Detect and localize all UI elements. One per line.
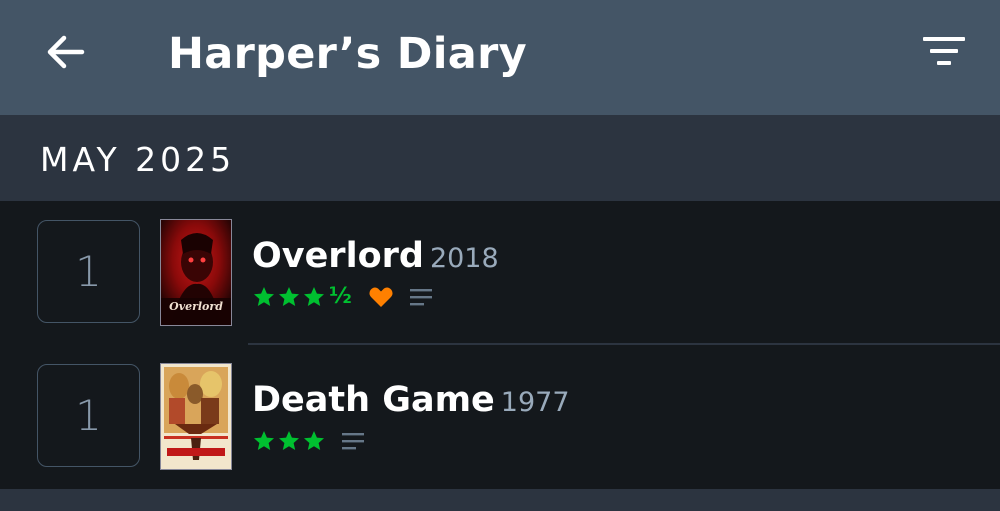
film-title[interactable]: Death Game: [252, 380, 495, 420]
star-icon: [254, 287, 274, 306]
diary-list: 1 Overlord Overlord 2018 ½ 1 Death Game …: [0, 201, 1000, 489]
page-title: Harper’s Diary: [168, 29, 527, 79]
film-poster[interactable]: [160, 363, 232, 470]
film-title-line: Overlord 2018: [252, 231, 499, 281]
film-year: 2018: [429, 243, 499, 274]
star-rating: ½: [252, 285, 352, 309]
diary-entry[interactable]: 1 Death Game 1977: [0, 345, 1000, 489]
star-icon: [304, 431, 324, 450]
star-icon: [254, 431, 274, 450]
day-box: 1: [37, 364, 140, 467]
half-star-glyph: ½: [329, 284, 352, 309]
month-section-header: MAY 2025: [0, 115, 1000, 201]
filter-icon: [923, 37, 965, 65]
heart-icon: [369, 287, 393, 307]
entry-meta: ½: [252, 283, 432, 311]
arrow-left-icon: [47, 35, 85, 69]
star-icon: [279, 287, 299, 306]
day-box: 1: [37, 220, 140, 323]
star-rating: [252, 429, 326, 453]
film-title[interactable]: Overlord: [252, 236, 424, 276]
next-section-strip: [0, 489, 1000, 511]
filter-button[interactable]: [915, 28, 973, 74]
poster-title-text: Overlord: [169, 300, 223, 313]
star-icon: [304, 287, 324, 306]
star-icon: [279, 431, 299, 450]
film-title-line: Death Game 1977: [252, 375, 570, 425]
entry-meta: [252, 427, 364, 455]
back-button[interactable]: [40, 26, 92, 78]
diary-entry[interactable]: 1 Overlord Overlord 2018 ½: [0, 201, 1000, 345]
review-lines-icon: [409, 289, 432, 306]
review-lines-icon: [342, 433, 364, 450]
app-bar: Harper’s Diary: [0, 0, 1000, 115]
film-poster[interactable]: Overlord: [160, 219, 232, 326]
month-label: MAY 2025: [40, 140, 236, 179]
film-year: 1977: [500, 387, 570, 418]
